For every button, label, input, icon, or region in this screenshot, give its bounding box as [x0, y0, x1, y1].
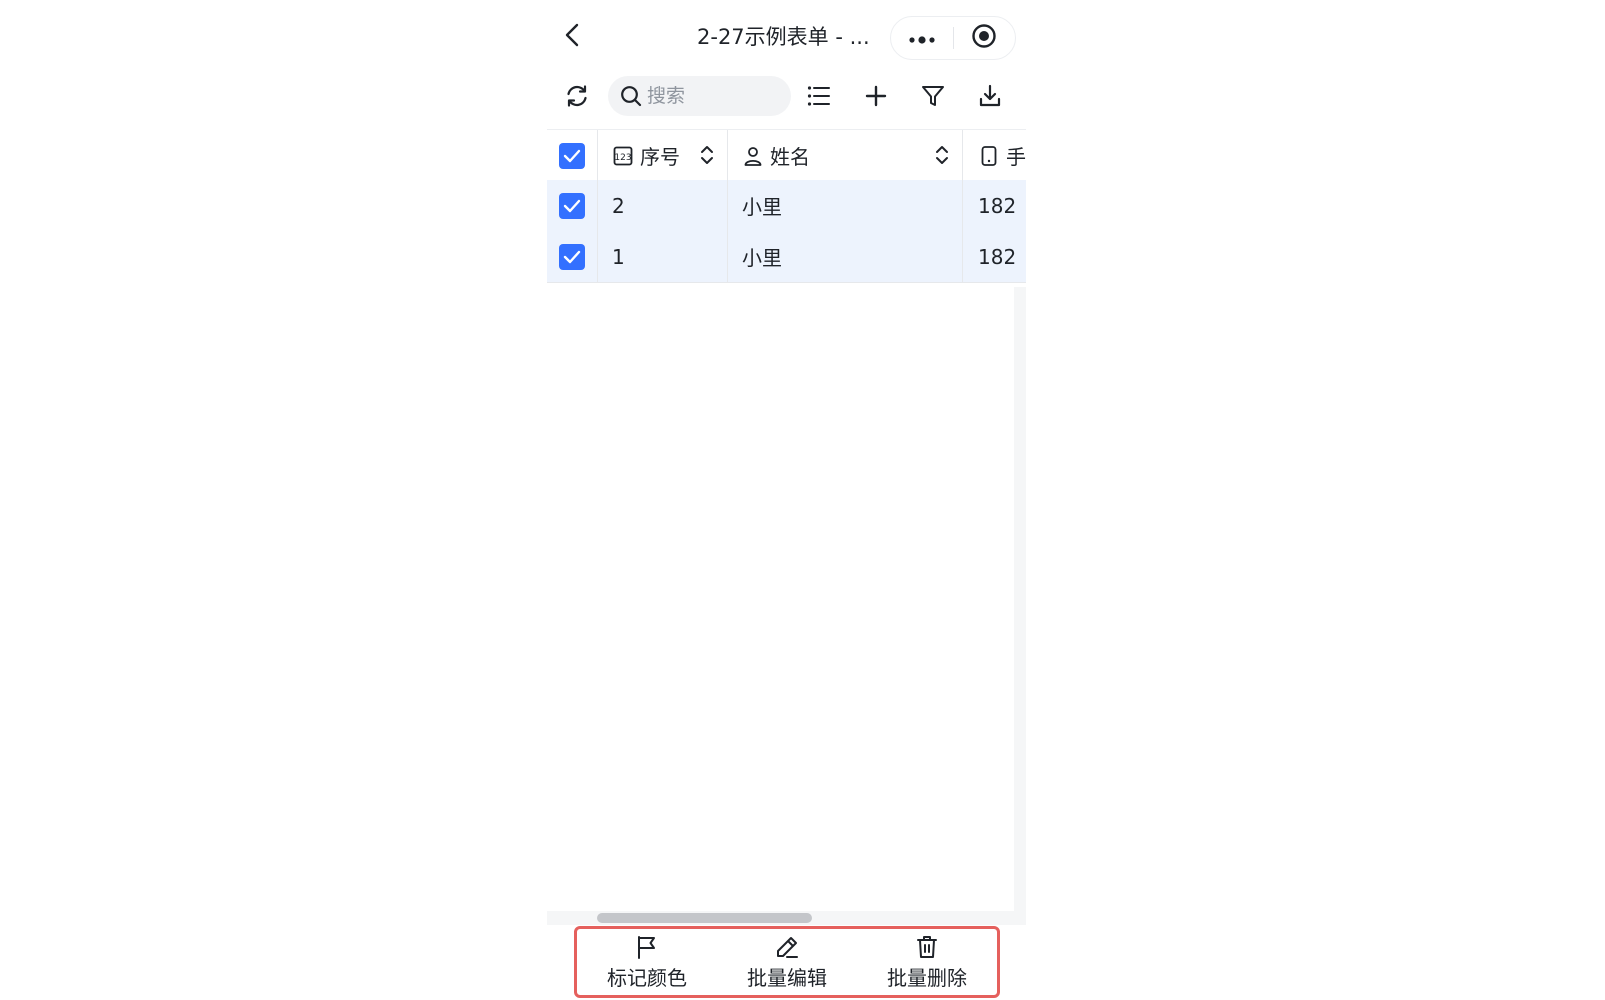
back-button[interactable] [557, 20, 587, 54]
check-icon [563, 245, 581, 269]
cell-seq[interactable]: 2 [598, 180, 728, 231]
table-row[interactable]: 2 小里 182 [547, 180, 1026, 232]
download-icon [978, 84, 1002, 112]
row-checkbox[interactable] [559, 243, 585, 270]
cell-name[interactable]: 小里 [728, 231, 963, 282]
column-header-seq[interactable]: 123 序号 [598, 130, 728, 181]
search-icon [619, 84, 643, 108]
batch-action-bar: 标记颜色 批量编辑 批量删除 [574, 926, 1000, 998]
more-button[interactable] [891, 17, 953, 59]
filter-icon [921, 84, 945, 112]
batch-delete-button[interactable]: 批量删除 [867, 934, 987, 990]
plus-icon [865, 85, 887, 111]
person-icon [742, 145, 764, 167]
chevron-left-icon [565, 23, 579, 51]
row-checkbox-cell [547, 180, 598, 231]
record-circle-icon [971, 23, 997, 53]
trash-icon [914, 934, 940, 960]
more-dots-icon [908, 29, 936, 48]
number-field-icon: 123 [612, 145, 634, 167]
select-all-checkbox[interactable] [559, 142, 585, 169]
list-view-button[interactable] [803, 82, 835, 114]
check-icon [563, 144, 581, 168]
column-label-name: 姓名 [770, 145, 810, 169]
horizontal-scrollbar-thumb[interactable] [597, 913, 812, 923]
column-label-phone: 手 [1006, 145, 1026, 169]
cell-seq[interactable]: 1 [598, 231, 728, 282]
vertical-scroll-gutter [1014, 287, 1026, 913]
search-box[interactable] [608, 76, 791, 116]
table-empty-area [547, 287, 1014, 913]
search-input[interactable] [647, 85, 777, 107]
row-checkbox[interactable] [559, 192, 585, 219]
refresh-button[interactable] [561, 82, 593, 114]
mobile-screen: 2-27示例表单 - ... 搜索 123 序号 姓名 手 2 小里 182 1… [547, 0, 1026, 1000]
list-icon [807, 85, 831, 111]
refresh-icon [564, 83, 590, 113]
column-header-phone[interactable]: 手 [963, 130, 1026, 181]
page-title: 2-27示例表单 - ... [697, 25, 870, 49]
close-mini-program-button[interactable] [953, 17, 1015, 59]
table-row[interactable]: 1 小里 182 [547, 231, 1026, 283]
column-label-seq: 序号 [640, 145, 680, 169]
mark-color-button[interactable]: 标记颜色 [587, 934, 707, 990]
batch-edit-label: 批量编辑 [747, 966, 827, 990]
toolbar [547, 76, 1026, 120]
check-icon [563, 194, 581, 218]
svg-text:123: 123 [614, 153, 631, 163]
flag-icon [634, 934, 660, 960]
row-checkbox-cell [547, 231, 598, 282]
sort-icon[interactable] [699, 144, 715, 166]
cell-phone[interactable]: 182 [963, 180, 1026, 231]
pencil-icon [774, 934, 800, 960]
column-header-name[interactable]: 姓名 [728, 130, 963, 181]
table-header-row: 123 序号 姓名 手 [547, 129, 1026, 181]
filter-button[interactable] [917, 82, 949, 114]
header-checkbox-cell [547, 130, 598, 181]
batch-edit-button[interactable]: 批量编辑 [727, 934, 847, 990]
add-record-button[interactable] [860, 82, 892, 114]
sort-icon[interactable] [934, 144, 950, 166]
top-nav: 2-27示例表单 - ... [547, 0, 1026, 72]
download-button[interactable] [974, 82, 1006, 114]
mini-program-capsule [890, 16, 1016, 60]
mark-color-label: 标记颜色 [607, 966, 687, 990]
cell-phone[interactable]: 182 [963, 231, 1026, 282]
cell-name[interactable]: 小里 [728, 180, 963, 231]
phone-icon [978, 145, 1000, 167]
batch-delete-label: 批量删除 [887, 966, 967, 990]
